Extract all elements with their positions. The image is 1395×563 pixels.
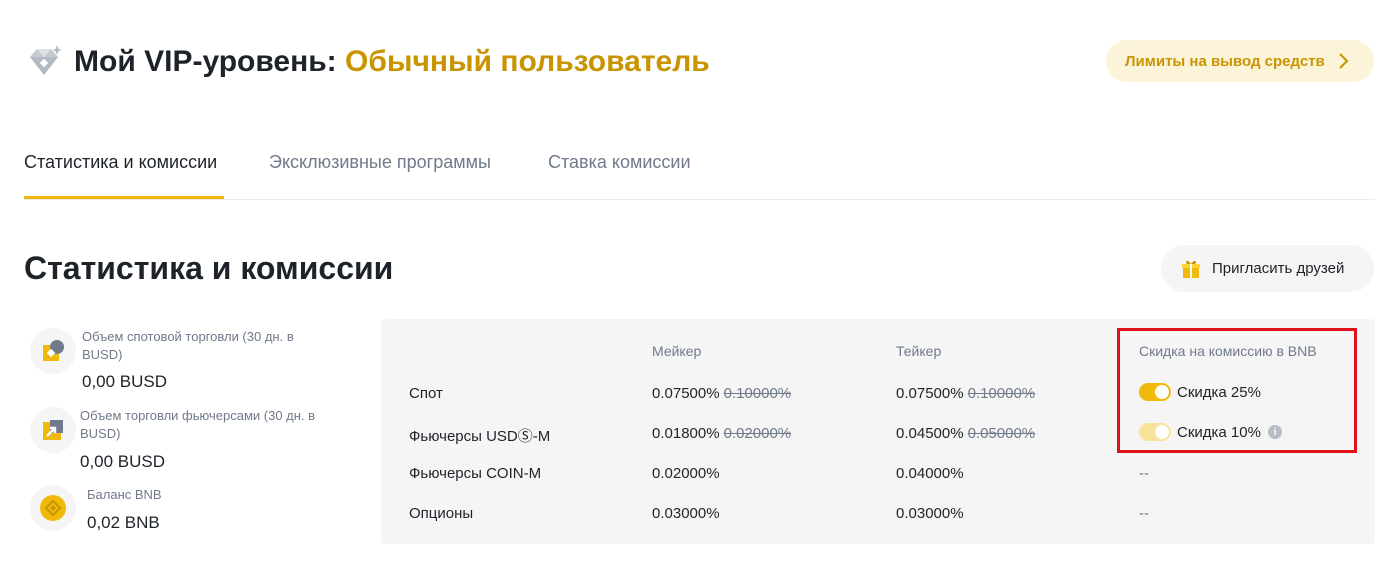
spot-volume-value: 0,00 BUSD [82, 372, 168, 391]
bnb-coin-icon [40, 495, 66, 521]
row-name-options: Опционы [409, 505, 474, 522]
taker-fee-old: 0.10000% [967, 385, 1036, 402]
futures-trading-icon [43, 420, 63, 440]
diamond-icon [30, 45, 62, 75]
discount-coinm: -- [1139, 465, 1149, 482]
maker-fee-value: 0.01800% [652, 425, 720, 442]
vip-level: Обычный пользователь [345, 45, 710, 78]
bnb-balance-icon-wrap [30, 485, 76, 531]
invite-friends-button[interactable]: Пригласить друзей [1161, 245, 1374, 292]
futures-volume-label: Объем торговли фьючерсами (30 дн. в BUSD… [80, 408, 316, 441]
section-title: Статистика и комиссии [24, 250, 394, 286]
maker-fee-coinm: 0.02000% [652, 465, 720, 482]
vip-header: Мой VIP-уровень: Обычный пользователь [24, 40, 710, 84]
bnb-balance-stat: Баланс BNB 0,02 BNB [30, 485, 360, 535]
row-name-usdm-futures: Фьючерсы USDⓈ-M [409, 428, 551, 445]
maker-fee-options: 0.03000% [652, 505, 720, 522]
withdrawal-limits-button[interactable]: Лимиты на вывод средств [1106, 40, 1374, 82]
tab-stats-and-fees[interactable]: Статистика и комиссии [24, 152, 217, 173]
taker-fee-value: 0.07500% [896, 385, 964, 402]
taker-fee-options: 0.03000% [896, 505, 964, 522]
maker-fee-value: 0.07500% [652, 385, 720, 402]
spot-volume-stat: Объем спотовой торговли (30 дн. в BUSD) … [30, 328, 360, 398]
futures-volume-stat: Объем торговли фьючерсами (30 дн. в BUSD… [30, 407, 360, 477]
highlight-annotation-box [1117, 328, 1357, 453]
spot-volume-icon-wrap [30, 328, 76, 374]
discount-options: -- [1139, 505, 1149, 522]
maker-fee-old: 0.02000% [723, 425, 792, 442]
tabs-bar: Статистика и комиссии Эксклюзивные прогр… [24, 130, 1375, 200]
futures-volume-value: 0,00 BUSD [80, 452, 166, 471]
vip-title-prefix: Мой VIP-уровень: [74, 45, 337, 78]
bnb-balance-value: 0,02 BNB [87, 513, 160, 532]
taker-header: Тейкер [896, 343, 942, 359]
futures-volume-icon-wrap [30, 407, 76, 453]
taker-fee-usdm: 0.04500% 0.05000% [896, 425, 1035, 442]
page-title: Мой VIP-уровень: Обычный пользователь [74, 45, 710, 79]
maker-fee-usdm: 0.01800% 0.02000% [652, 425, 791, 442]
tab-commission-rate[interactable]: Ставка комиссии [548, 152, 691, 173]
spot-volume-label: Объем спотовой торговли (30 дн. в BUSD) [82, 329, 294, 362]
maker-header: Мейкер [652, 343, 702, 359]
taker-fee-value: 0.04500% [896, 425, 964, 442]
maker-fee-old: 0.10000% [723, 385, 792, 402]
withdrawal-limits-label: Лимиты на вывод средств [1125, 52, 1325, 70]
taker-fee-coinm: 0.04000% [896, 465, 964, 482]
invite-friends-label: Пригласить друзей [1212, 260, 1345, 277]
taker-fee-spot: 0.07500% 0.10000% [896, 385, 1035, 402]
row-name-coinm-futures: Фьючерсы COIN-M [409, 465, 542, 482]
active-tab-indicator [24, 196, 224, 199]
bnb-balance-label: Баланс BNB [87, 487, 162, 502]
maker-fee-spot: 0.07500% 0.10000% [652, 385, 791, 402]
spot-trading-icon [43, 340, 64, 361]
row-name-spot: Спот [409, 385, 443, 402]
chevron-right-icon [1339, 53, 1349, 69]
gift-icon [1182, 260, 1200, 278]
tab-exclusive-programs[interactable]: Эксклюзивные программы [269, 152, 491, 173]
taker-fee-old: 0.05000% [967, 425, 1036, 442]
